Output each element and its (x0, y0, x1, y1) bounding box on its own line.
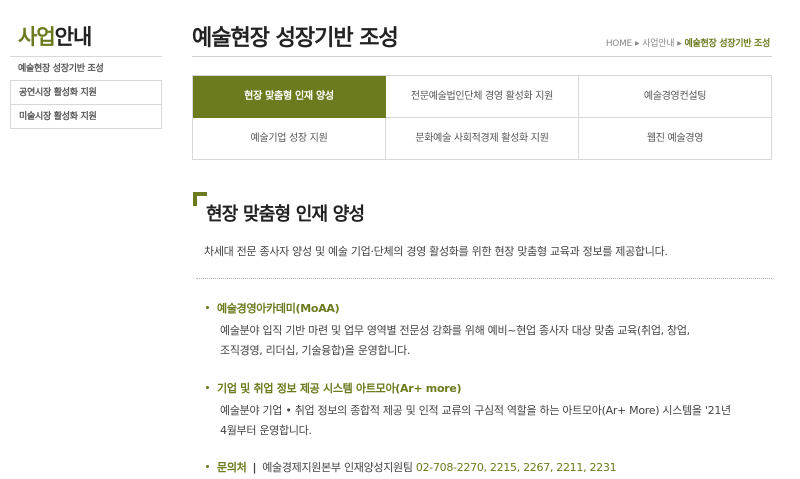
section-corner-mark (193, 192, 207, 206)
header-divider (192, 56, 772, 57)
item-heading-text: 기업 및 취업 정보 제공 시스템 아트모아(Ar+ more) (217, 382, 462, 395)
item-body-line: 4월부터 운영합니다. (220, 424, 312, 437)
bullet-icon (206, 385, 209, 389)
tab-webzine[interactable]: 웹진 예술경영 (579, 118, 772, 160)
sidebar-menu: 예술현장 성장기반 조성 공연시장 활성화 지원 미술시장 활성화 지원 (10, 56, 162, 129)
contact-phone: 02-708-2270, 2215, 2267, 2211, 2231 (415, 461, 617, 474)
sidebar-item-growth[interactable]: 예술현장 성장기반 조성 (10, 57, 162, 81)
bullet-icon (206, 305, 209, 309)
list-item: 예술경영아카데미(MoAA) 예술분야 입직 기반 마련 및 업무 영역별 전문… (206, 300, 778, 361)
contact-label: 문의처 (217, 461, 247, 474)
contact-separator: | (252, 461, 257, 474)
list-item: 기업 및 취업 정보 제공 시스템 아트모아(Ar+ more) 예술분야 기업… (206, 380, 778, 441)
item-body: 예술분야 입직 기반 마련 및 업무 영역별 전문성 강화를 위해 예비~현업 … (206, 321, 778, 361)
triangle-right-icon: ▶ (634, 40, 640, 47)
sidebar-item-art-market[interactable]: 미술시장 활성화 지원 (10, 105, 162, 129)
section-description: 차세대 전문 종사자 양성 및 예술 기업·단체의 경영 활성화를 위한 현장 … (204, 245, 668, 258)
breadcrumb-current: 예술현장 성장기반 조성 (684, 39, 771, 49)
tab-social-economy[interactable]: 문화예술 사회적경제 활성화 지원 (386, 118, 579, 160)
section-divider (196, 278, 772, 279)
contact-info: 문의처 | 예술경제지원본부 인재양성지원팀 02-708-2270, 2215, … (206, 459, 617, 475)
breadcrumb: HOME ▶ 사업안내 ▶ 예술현장 성장기반 조성 (606, 36, 770, 49)
triangle-right-icon: ▶ (677, 40, 682, 47)
tab-arts-consulting[interactable]: 예술경영컨설팅 (579, 76, 772, 118)
sidebar-title: 사업안내 (10, 22, 162, 56)
item-heading-text: 예술경영아카데미(MoAA) (217, 302, 340, 315)
sidebar: 사업안내 예술현장 성장기반 조성 공연시장 활성화 지원 미술시장 활성화 지… (10, 22, 162, 129)
item-body: 예술분야 기업 • 취업 정보의 종합적 제공 및 인적 교류의 구심적 역할을… (206, 401, 778, 441)
sidebar-title-accent: 사업 (18, 25, 56, 49)
tab-org-management-support[interactable]: 전문예술법인단체 경영 활성화 지원 (386, 76, 579, 118)
item-body-line: 조직경영, 리더십, 기술융합)을 운영합니다. (220, 344, 411, 357)
breadcrumb-parent[interactable]: 사업안내 (642, 39, 674, 49)
item-body-line: 예술분야 기업 • 취업 정보의 종합적 제공 및 인적 교류의 구심적 역할을… (220, 404, 731, 417)
tab-talent-training[interactable]: 현장 맞춤형 인재 양성 (193, 76, 386, 118)
page-title: 예술현장 성장기반 조성 (192, 26, 399, 51)
item-body-line: 예술분야 입직 기반 마련 및 업무 영역별 전문성 강화를 위해 예비~현업 … (220, 324, 690, 337)
bullet-icon (206, 464, 209, 468)
item-heading: 예술경영아카데미(MoAA) (206, 300, 778, 316)
sidebar-item-performance-market[interactable]: 공연시장 활성화 지원 (10, 81, 162, 105)
sidebar-title-rest: 안내 (54, 25, 93, 49)
contact-department: 예술경제지원본부 인재양성지원팀 (262, 461, 413, 474)
section-title: 현장 맞춤형 인재 양성 (206, 204, 365, 225)
tab-arts-business-growth[interactable]: 예술기업 성장 지원 (193, 118, 386, 160)
tab-grid: 현장 맞춤형 인재 양성 전문예술법인단체 경영 활성화 지원 예술경영컨설팅 … (192, 75, 772, 160)
breadcrumb-home[interactable]: HOME (606, 39, 632, 49)
item-heading: 기업 및 취업 정보 제공 시스템 아트모아(Ar+ more) (206, 380, 778, 396)
